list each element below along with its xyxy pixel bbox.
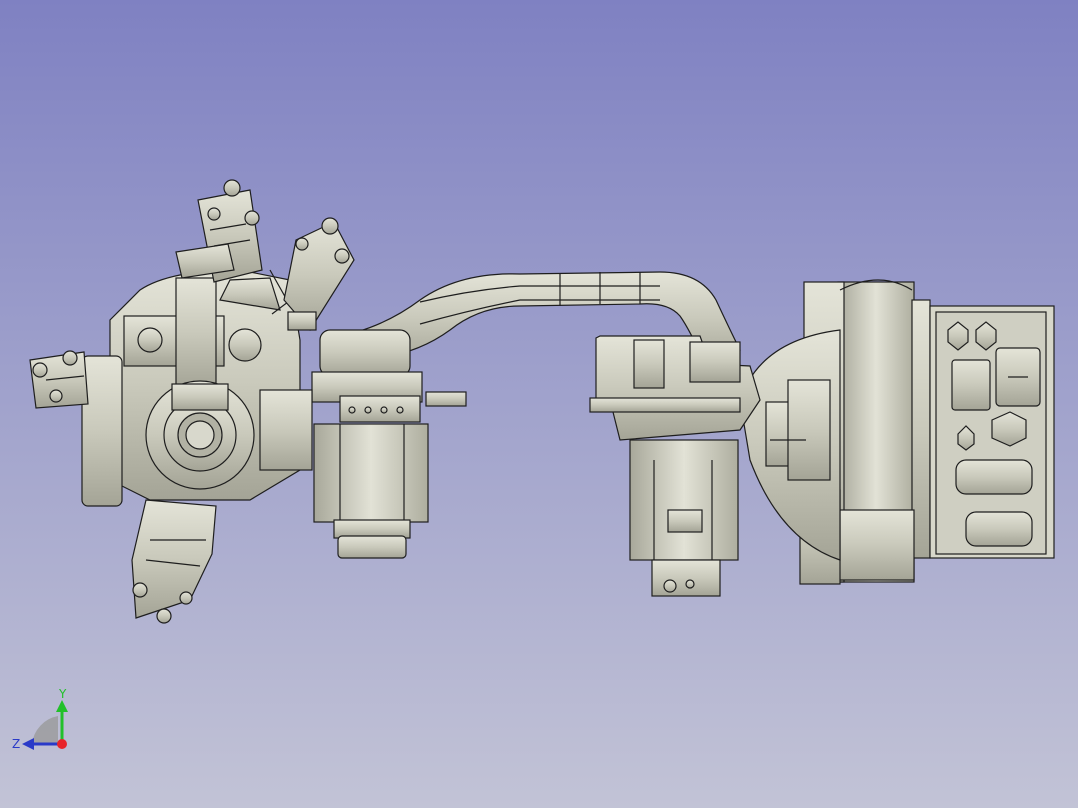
z-axis-label: Z	[12, 737, 20, 751]
z-axis-arrow-icon	[22, 738, 34, 750]
gripper-top-right[interactable]	[283, 217, 355, 332]
forearm-motor[interactable]	[311, 329, 467, 559]
view-arc-icon	[32, 716, 58, 744]
wrist-assembly[interactable]	[81, 269, 313, 507]
x-axis-dot-icon	[57, 739, 67, 749]
axis-indicator[interactable]: Y Z	[10, 686, 80, 756]
gripper-left[interactable]	[29, 350, 89, 409]
gripper-top-left[interactable]	[175, 179, 263, 283]
y-axis-label: Y	[58, 687, 67, 701]
gripper-bottom[interactable]	[131, 499, 217, 624]
elbow-motor[interactable]	[629, 439, 739, 597]
y-axis-arrow-icon	[56, 700, 68, 712]
elbow-bracket[interactable]	[589, 335, 761, 441]
robot-arm-model[interactable]	[0, 0, 1078, 808]
3d-viewport[interactable]: Y Z	[0, 0, 1078, 808]
shoulder-housing[interactable]	[739, 329, 841, 561]
